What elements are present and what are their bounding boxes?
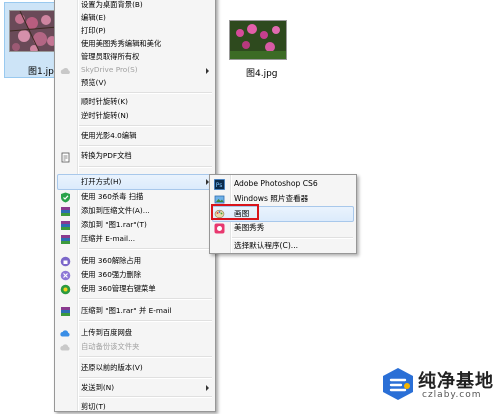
menu-separator bbox=[79, 377, 212, 379]
menu-item-meitu-edit[interactable]: 使用美图秀秀编辑和美化 bbox=[81, 37, 161, 51]
cloud-icon bbox=[60, 344, 70, 351]
archive-icon bbox=[61, 221, 70, 230]
menu-item-compress-rar-email[interactable]: 压缩到 "图1.rar" 并 E-mail bbox=[81, 304, 171, 318]
desktop-folder-view: 图1.jpg 图4.jpg 设置为桌面背景(B) 编辑(E) 打印(P) 使用美… bbox=[0, 0, 500, 412]
menu-item-compress-email[interactable]: 压缩并 E-mail... bbox=[81, 232, 135, 246]
annotation-red-box bbox=[211, 204, 259, 220]
menu-item-preview[interactable]: 预览(V) bbox=[81, 76, 106, 90]
shred-icon bbox=[60, 270, 71, 281]
menu-separator bbox=[79, 166, 212, 168]
file-thumbnail-4[interactable] bbox=[229, 20, 287, 60]
submenu-arrow-icon bbox=[206, 385, 209, 391]
menu-separator bbox=[79, 396, 212, 398]
archive-icon bbox=[61, 235, 70, 244]
submenu-arrow-icon bbox=[206, 68, 209, 74]
menu-item-360-force-delete[interactable]: 使用 360强力删除 bbox=[81, 268, 141, 282]
photoshop-icon: Ps bbox=[214, 179, 225, 190]
menu-item-add-to-rar[interactable]: 添加到 "图1.rar"(T) bbox=[81, 218, 147, 232]
svg-text:Ps: Ps bbox=[216, 182, 223, 189]
submenu-item-photoshop[interactable]: Adobe Photoshop CS6 bbox=[234, 177, 318, 191]
menu-item-guangying-edit[interactable]: 使用光影4.0编辑 bbox=[81, 129, 136, 143]
open-with-submenu: Ps Adobe Photoshop CS6 Windows 照片查看器 画图 … bbox=[209, 174, 357, 254]
menu-separator bbox=[79, 298, 212, 300]
menu-separator bbox=[79, 248, 212, 250]
menu-item-360-menu-manager[interactable]: 使用 360管理右键菜单 bbox=[81, 282, 156, 296]
menu-manager-icon bbox=[60, 284, 71, 295]
menu-item-360-scan[interactable]: 使用 360杀毒 扫描 bbox=[81, 190, 143, 204]
menu-item-skydrive-pro[interactable]: SkyDrive Pro(S) bbox=[81, 63, 138, 77]
menu-gutter bbox=[77, 0, 79, 411]
pdf-icon bbox=[61, 152, 70, 163]
watermark: 纯净基地 czlaby.com bbox=[376, 364, 500, 406]
archive-icon bbox=[61, 307, 70, 316]
menu-item-send-to[interactable]: 发送到(N) bbox=[81, 381, 114, 395]
menu-item-cut[interactable]: 剪切(T) bbox=[81, 400, 106, 414]
menu-separator bbox=[79, 145, 212, 147]
menu-item-take-ownership[interactable]: 管理员取得所有权 bbox=[81, 50, 139, 64]
menu-item-open-with[interactable]: 打开方式(H) bbox=[81, 175, 121, 189]
file-name-4: 图4.jpg bbox=[246, 69, 278, 79]
menu-item-print[interactable]: 打印(P) bbox=[81, 24, 106, 38]
archive-icon bbox=[61, 207, 70, 216]
menu-item-upload-baidu[interactable]: 上传到百度网盘 bbox=[81, 326, 132, 340]
watermark-logo-icon bbox=[383, 368, 413, 400]
submenu-item-choose-default[interactable]: 选择默认程序(C)... bbox=[234, 239, 298, 253]
watermark-url: czlaby.com bbox=[422, 390, 482, 400]
menu-item-rotate-clockwise[interactable]: 顺时针旋转(K) bbox=[81, 95, 128, 109]
submenu-item-meitu[interactable]: 美图秀秀 bbox=[234, 221, 264, 235]
cloud-icon bbox=[60, 330, 70, 337]
unlock-icon bbox=[60, 256, 71, 267]
menu-separator bbox=[79, 92, 212, 94]
menu-item-auto-backup[interactable]: 自动备份该文件夹 bbox=[81, 340, 139, 354]
menu-item-restore-versions[interactable]: 还原以前的版本(V) bbox=[81, 361, 143, 375]
menu-item-edit[interactable]: 编辑(E) bbox=[81, 11, 106, 25]
file-thumbnail-1[interactable] bbox=[9, 10, 57, 52]
skydrive-icon bbox=[60, 67, 70, 74]
menu-separator bbox=[79, 356, 212, 358]
menu-item-rotate-counterclockwise[interactable]: 逆时针旋转(N) bbox=[81, 109, 129, 123]
menu-separator bbox=[79, 320, 212, 322]
menu-item-360-unlock[interactable]: 使用 360解除占用 bbox=[81, 254, 141, 268]
menu-item-convert-pdf[interactable]: 转换为PDF文档 bbox=[81, 149, 132, 163]
menu-item-add-to-archive[interactable]: 添加到压缩文件(A)... bbox=[81, 204, 150, 218]
menu-separator bbox=[79, 125, 212, 127]
context-menu: 设置为桌面背景(B) 编辑(E) 打印(P) 使用美图秀秀编辑和美化 管理员取得… bbox=[54, 0, 216, 412]
meitu-icon bbox=[214, 223, 225, 234]
shield-icon bbox=[61, 192, 70, 203]
